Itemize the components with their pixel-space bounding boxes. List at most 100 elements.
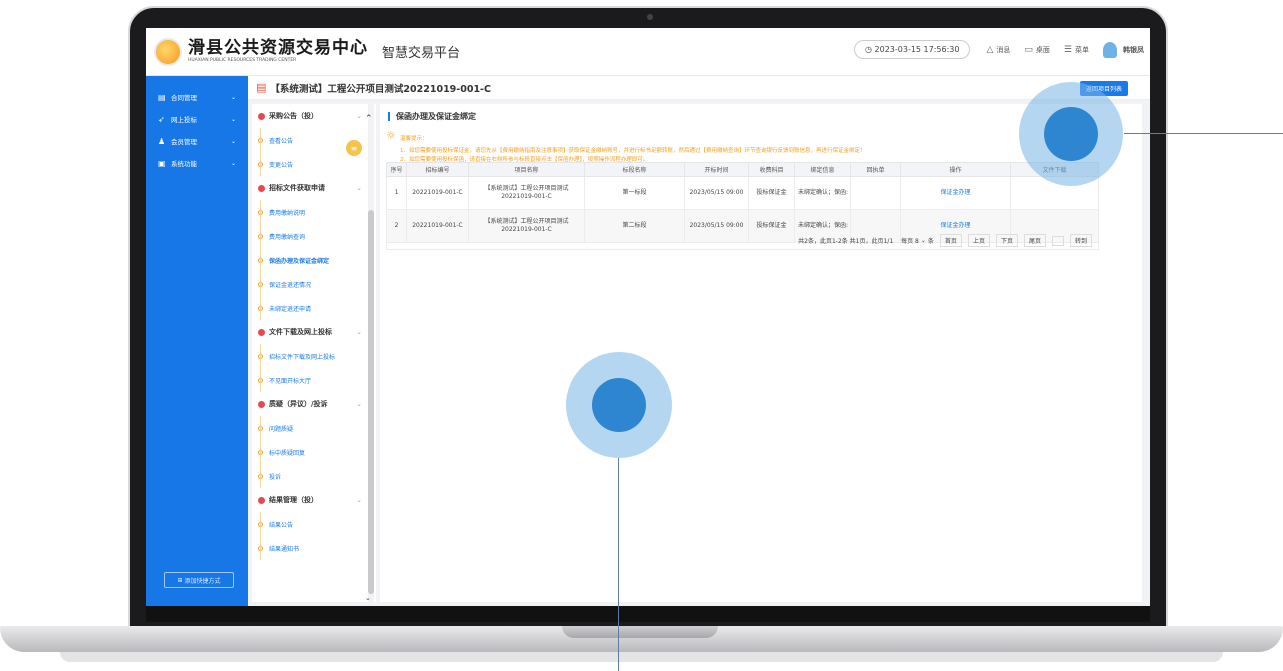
chevron-down-icon: ⌄ [230, 159, 236, 167]
nav-item-question-reply[interactable]: 标中质疑回复 [252, 440, 376, 464]
cell-fee: 投标保证金 [748, 176, 795, 210]
col-section: 标段名称 [584, 162, 685, 177]
tip-line-1: 1．如您需要使用投标保证金，请您先从【费用缴纳指南及注意事项】获取保证金缴纳账号… [400, 148, 866, 154]
nav-section-objection[interactable]: 质疑（异议）/投诉 ⌄ [252, 392, 376, 416]
first-page-button[interactable]: 首页 [939, 234, 962, 247]
nav-item-label: 结果公告 [269, 521, 294, 529]
nav-item-label: 费用缴纳查询 [269, 233, 306, 241]
nav-item-label: 标中质疑回复 [269, 449, 306, 457]
nav-item-label: 招标文件下载及网上投标 [269, 353, 336, 361]
cell-op: 保证金办理 [900, 176, 1011, 210]
nav-scroll-thumb[interactable] [368, 210, 374, 594]
chevron-down-icon: ⌄ [230, 137, 236, 145]
nav-item-remote-opening[interactable]: 不见面开标大厅 [252, 368, 376, 392]
contract-icon: ▤ [158, 92, 166, 102]
marker-line-top-right [1124, 133, 1283, 134]
nav-item-change-announcement[interactable]: 变更公告 [252, 152, 376, 176]
section-dot-icon [258, 112, 265, 120]
sidebar-item-bid[interactable]: ➶ 网上投标 ⌄ [146, 108, 248, 130]
avatar[interactable] [1103, 41, 1117, 58]
nav-item-guarantee-binding[interactable]: 保函办理及保证金绑定 [252, 248, 376, 272]
header-actions: ◷ 2023-03-15 17:56:30 △ 消息 ▭ 桌面 ☰ 菜单 韩银凤 [853, 40, 1144, 59]
marker-dot-top-right [1044, 107, 1098, 161]
datetime-display: ◷ 2023-03-15 17:56:30 [853, 40, 971, 59]
cell-bind: 未绑定确认；保函: [794, 176, 851, 210]
nav-section-announcement[interactable]: 采购公告（投） ⌄ [252, 104, 376, 128]
user-name[interactable]: 韩银凤 [1123, 45, 1144, 55]
camera [647, 14, 653, 20]
desktop-button[interactable]: ▭ 桌面 [1024, 45, 1050, 55]
nav-item-unbound-refund[interactable]: 未绑定退还申请 [252, 296, 376, 320]
page-number-input[interactable] [1051, 235, 1064, 246]
prev-page-button[interactable]: 上页 [967, 234, 990, 247]
sidebar-item-label: 合同管理 [171, 94, 197, 102]
col-no: 序号 [386, 162, 407, 177]
lightbulb-icon: ☼ [386, 129, 396, 142]
nav-item-result-announcement[interactable]: 结果公告 [252, 512, 376, 536]
title-bar: ▤ 【系统测试】工程公开项目测试20221019-001-C 返回项目列表 [248, 76, 1150, 100]
nav-item-deposit-refund[interactable]: 保证金退还情况 [252, 272, 376, 296]
main-panel: 保函办理及保证金绑定 ☼ 温馨提示： 1．如您需要使用投标保证金，请您先从【费用… [380, 104, 1142, 602]
col-fee: 收费科目 [748, 162, 795, 177]
table-header-row: 序号 招标编号 项目名称 标段名称 开标时间 收费科目 绑定信息 回执单 操作 … [386, 162, 1099, 177]
next-page-button[interactable]: 下页 [995, 234, 1018, 247]
add-shortcut-label: 添加快捷方式 [184, 577, 221, 585]
nav-section-label: 文件下载及网上投标 [269, 328, 332, 336]
desktop-label: 桌面 [1035, 45, 1050, 54]
chevron-down-icon: ⌄ [920, 237, 926, 244]
nav-item-question[interactable]: 问题质疑 [252, 416, 376, 440]
datetime-text: 2023-03-15 17:56:30 [874, 45, 960, 54]
deposit-process-link[interactable]: 保证金办理 [940, 222, 970, 229]
menu-button[interactable]: ☰ 菜单 [1064, 45, 1089, 55]
sidebar-item-contract[interactable]: ▤ 合同管理 ⌄ [146, 86, 248, 108]
nav-item-fee-instructions[interactable]: 费用缴纳说明 [252, 200, 376, 224]
nav-item-complaint[interactable]: 投诉 [252, 464, 376, 488]
process-nav: 采购公告（投） ⌄ 查看公告 变更公告 招标文件获取申请 ⌄ 费用缴纳说明 费用缴纳… [252, 104, 376, 602]
nav-item-file-download[interactable]: 招标文件下载及网上投标 [252, 344, 376, 368]
nav-item-label: 结果通知书 [269, 545, 300, 553]
scroll-down-icon[interactable]: ⌄ [365, 594, 371, 602]
col-op: 操作 [900, 162, 1011, 177]
cell-code: 20221019-001-C [406, 176, 469, 210]
nav-item-fee-query[interactable]: 费用缴纳查询 [252, 224, 376, 248]
chevron-down-icon: ⌄ [356, 112, 362, 120]
add-shortcut-button[interactable]: ⊞ 添加快捷方式 [164, 572, 234, 588]
per-page-select[interactable]: 每页 8 [901, 236, 919, 245]
nav-item-label: 未绑定退还申请 [269, 305, 312, 313]
table-row: 1 20221019-001-C 【系统测试】工程公开项目测试20221019-… [386, 176, 1099, 210]
cell-no: 1 [386, 176, 407, 210]
nav-item-label: 保证金退还情况 [269, 281, 312, 289]
chevron-down-icon: ⌄ [356, 328, 362, 336]
nav-section-download-bid[interactable]: 文件下载及网上投标 ⌄ [252, 320, 376, 344]
nav-section-label: 结果管理（投） [269, 496, 318, 504]
logo-subtitle: HUAXIAN PUBLIC RESOURCES TRADING CENTER [188, 57, 297, 63]
scroll-up-icon[interactable]: ⌃ [365, 114, 373, 124]
last-page-button[interactable]: 尾页 [1023, 234, 1046, 247]
goto-page-button[interactable]: 转到 [1069, 234, 1092, 247]
floating-menu-icon[interactable]: ≡ [346, 140, 362, 156]
system-icon: ▣ [158, 158, 166, 168]
cell-open-time: 2023/05/15 09:00 [684, 176, 749, 210]
messages-button[interactable]: △ 消息 [986, 45, 1010, 55]
sidebar-item-system[interactable]: ▣ 系统功能 ⌄ [146, 152, 248, 174]
laptop-shadow [60, 652, 1223, 662]
nav-item-result-notice[interactable]: 结果通知书 [252, 536, 376, 560]
bell-icon: △ [986, 44, 994, 55]
nav-section-results[interactable]: 结果管理（投） ⌄ [252, 488, 376, 512]
screen: 滑县公共资源交易中心 HUAXIAN PUBLIC RESOURCES TRAD… [146, 28, 1150, 606]
sidebar: ▤ 合同管理 ⌄ ➶ 网上投标 ⌄ ♟ 会员管理 ⌄ ▣ 系统功能 ⌄ ⊞ 添加快捷方式 [146, 76, 248, 606]
tip-title: 温馨提示： [400, 136, 428, 142]
sidebar-item-member[interactable]: ♟ 会员管理 ⌄ [146, 130, 248, 152]
marker-dot-center [592, 378, 646, 432]
screen-bezel [146, 606, 1150, 622]
nav-section-file-request[interactable]: 招标文件获取申请 ⌄ [252, 176, 376, 200]
section-dot-icon [258, 496, 265, 504]
nav-item-label: 不见面开标大厅 [269, 377, 312, 385]
deposit-process-link[interactable]: 保证金办理 [940, 189, 970, 196]
chevron-down-icon: ⌄ [230, 115, 236, 123]
clock-icon: ◷ [864, 45, 875, 54]
section-title: 保函办理及保证金绑定 [388, 112, 476, 121]
nav-item-label: 保函办理及保证金绑定 [269, 257, 330, 265]
pager-summary: 共2条，此页1-2条 共1页，此页1/1 [798, 238, 894, 245]
menu-label: 菜单 [1075, 45, 1089, 54]
